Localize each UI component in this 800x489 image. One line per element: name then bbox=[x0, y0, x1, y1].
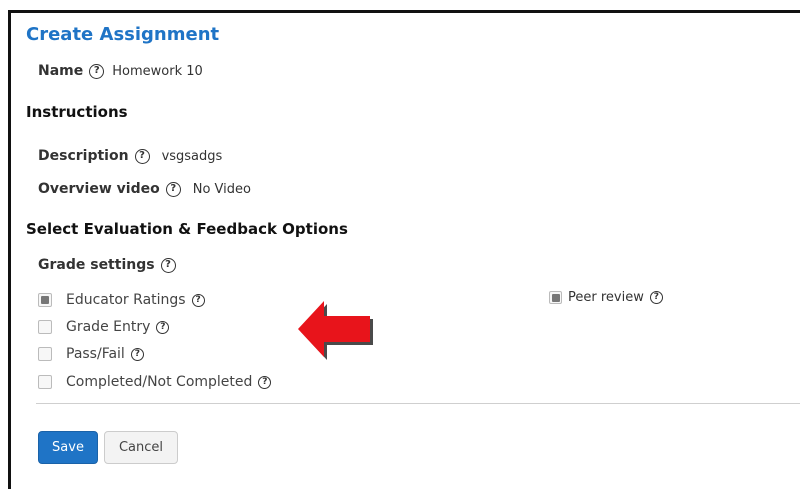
description-value: vsgsadgs bbox=[161, 148, 223, 164]
overview-video-help-icon[interactable]: ? bbox=[165, 181, 181, 197]
page-title: Create Assignment bbox=[26, 24, 220, 45]
completed-not-completed-label: Completed/Not Completed bbox=[66, 374, 253, 390]
description-help-icon[interactable]: ? bbox=[134, 148, 150, 164]
completed-not-completed-help-icon[interactable]: ? bbox=[258, 375, 272, 389]
save-button[interactable]: Save bbox=[38, 431, 98, 464]
name-label: Name bbox=[38, 63, 84, 79]
overview-video-row: Overview video ? No Video bbox=[38, 181, 251, 197]
cancel-button[interactable]: Cancel bbox=[104, 431, 178, 464]
peer-review-label: Peer review bbox=[568, 290, 644, 305]
instructions-heading: Instructions bbox=[26, 103, 128, 121]
grade-settings-help-icon[interactable]: ? bbox=[160, 257, 176, 273]
evaluation-heading: Select Evaluation & Feedback Options bbox=[26, 220, 348, 238]
peer-review-checkbox[interactable] bbox=[549, 291, 562, 304]
description-row: Description ? vsgsadgs bbox=[38, 148, 222, 164]
pass-fail-label: Pass/Fail bbox=[66, 346, 125, 362]
option-educator-ratings[interactable]: Educator Ratings ? bbox=[38, 292, 205, 308]
educator-ratings-checkbox[interactable] bbox=[38, 293, 52, 307]
educator-ratings-label: Educator Ratings bbox=[66, 292, 186, 308]
option-grade-entry[interactable]: Grade Entry ? bbox=[38, 319, 170, 335]
educator-ratings-help-icon[interactable]: ? bbox=[191, 293, 205, 307]
overview-video-value: No Video bbox=[192, 181, 251, 197]
grade-settings-label: Grade settings bbox=[38, 257, 155, 273]
option-completed-not-completed[interactable]: Completed/Not Completed ? bbox=[38, 374, 272, 390]
red-arrow-left-icon bbox=[298, 301, 373, 360]
peer-review-help-icon[interactable]: ? bbox=[649, 291, 663, 304]
grade-settings-row: Grade settings ? bbox=[38, 257, 176, 273]
name-help-icon[interactable]: ? bbox=[89, 63, 105, 79]
overview-video-label: Overview video bbox=[38, 181, 160, 197]
option-pass-fail[interactable]: Pass/Fail ? bbox=[38, 346, 144, 362]
description-label: Description bbox=[38, 148, 129, 164]
completed-not-completed-checkbox[interactable] bbox=[38, 375, 52, 389]
assignment-panel bbox=[8, 10, 800, 489]
pass-fail-help-icon[interactable]: ? bbox=[130, 347, 144, 361]
grade-entry-label: Grade Entry bbox=[66, 319, 151, 335]
name-value: Homework 10 bbox=[112, 63, 203, 79]
pass-fail-checkbox[interactable] bbox=[38, 347, 52, 361]
grade-entry-help-icon[interactable]: ? bbox=[156, 320, 170, 334]
name-row: Name ? Homework 10 bbox=[38, 63, 203, 79]
option-peer-review[interactable]: Peer review ? bbox=[549, 290, 663, 305]
grade-entry-checkbox[interactable] bbox=[38, 320, 52, 334]
form-divider bbox=[36, 403, 800, 404]
